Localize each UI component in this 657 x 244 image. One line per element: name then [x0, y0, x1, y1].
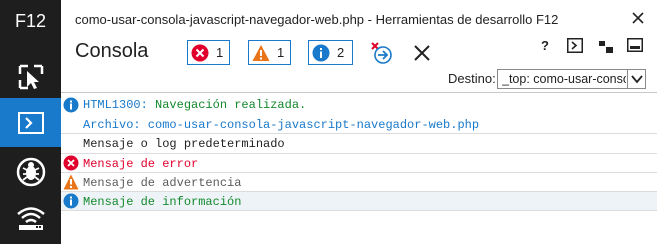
chevron-down-icon[interactable] [627, 70, 645, 88]
warnings-count: 1 [277, 45, 285, 60]
error-icon [191, 44, 209, 61]
bug-icon [16, 157, 45, 186]
console-message-warning: Mensaje de advertencia [61, 173, 657, 192]
message-text: Mensaje de información [83, 195, 242, 209]
tool-rail: F12 [0, 0, 61, 244]
clear-console-button[interactable] [413, 44, 431, 62]
window-title: como-usar-consola-javascript-navegador-w… [75, 12, 559, 27]
message-text: Navegación realizada. [155, 98, 307, 112]
clear-on-navigate-button[interactable] [370, 40, 394, 65]
error-icon [63, 155, 79, 171]
minimize-button[interactable] [627, 38, 643, 52]
warning-icon [63, 174, 79, 190]
f12-logo: F12 [14, 11, 47, 31]
console-icon [17, 111, 44, 134]
info-count: 2 [337, 45, 345, 60]
message-text: Mensaje de advertencia [83, 176, 242, 190]
message-code: HTML1300: [83, 98, 148, 112]
console-message-info: Mensaje de información [61, 192, 657, 211]
info-icon [63, 193, 79, 209]
warnings-filter-button[interactable]: 1 [248, 40, 291, 65]
tool-network[interactable] [0, 193, 61, 242]
message-text: Mensaje o log predeterminado [83, 137, 285, 151]
page-title: Consola [75, 40, 149, 62]
navigation-message-line: HTML1300: Navegación realizada. [83, 98, 306, 112]
console-message-navigation: HTML1300: Navegación realizada. Archivo:… [61, 94, 657, 134]
errors-filter-button[interactable]: 1 [187, 40, 230, 65]
info-filter-button[interactable]: 2 [308, 40, 353, 65]
close-icon [414, 45, 430, 61]
pointer-select-icon [18, 64, 43, 89]
target-select-value: _top: como-usar-consola-javascript-naveg… [502, 72, 626, 86]
clear-on-navigate-icon [371, 42, 392, 64]
minimize-icon [627, 38, 643, 52]
tool-dom-explorer[interactable] [0, 52, 61, 101]
tool-debugger[interactable] [0, 147, 61, 196]
target-label: Destino: [448, 71, 496, 86]
wifi-network-icon [16, 206, 45, 230]
target-select[interactable]: _top: como-usar-consola-javascript-naveg… [497, 69, 646, 89]
message-text: Mensaje de error [83, 157, 199, 171]
close-icon [632, 12, 644, 24]
info-icon [63, 97, 79, 113]
console-message-error: Mensaje de error [61, 154, 657, 173]
source-file-link[interactable]: Archivo: como-usar-consola-javascript-na… [83, 118, 479, 132]
console-icon [567, 38, 583, 53]
undock-button[interactable] [599, 40, 613, 53]
console-message-log: Mensaje o log predeterminado [61, 134, 657, 154]
tool-console[interactable] [0, 98, 61, 147]
help-button[interactable]: ? [541, 38, 549, 53]
undock-icon [599, 41, 613, 53]
console-output: HTML1300: Navegación realizada. Archivo:… [61, 92, 657, 244]
run-script-button[interactable] [567, 38, 583, 53]
errors-count: 1 [216, 45, 224, 60]
warning-icon [252, 44, 270, 61]
window-close-button[interactable] [628, 8, 648, 28]
info-icon [312, 44, 330, 61]
